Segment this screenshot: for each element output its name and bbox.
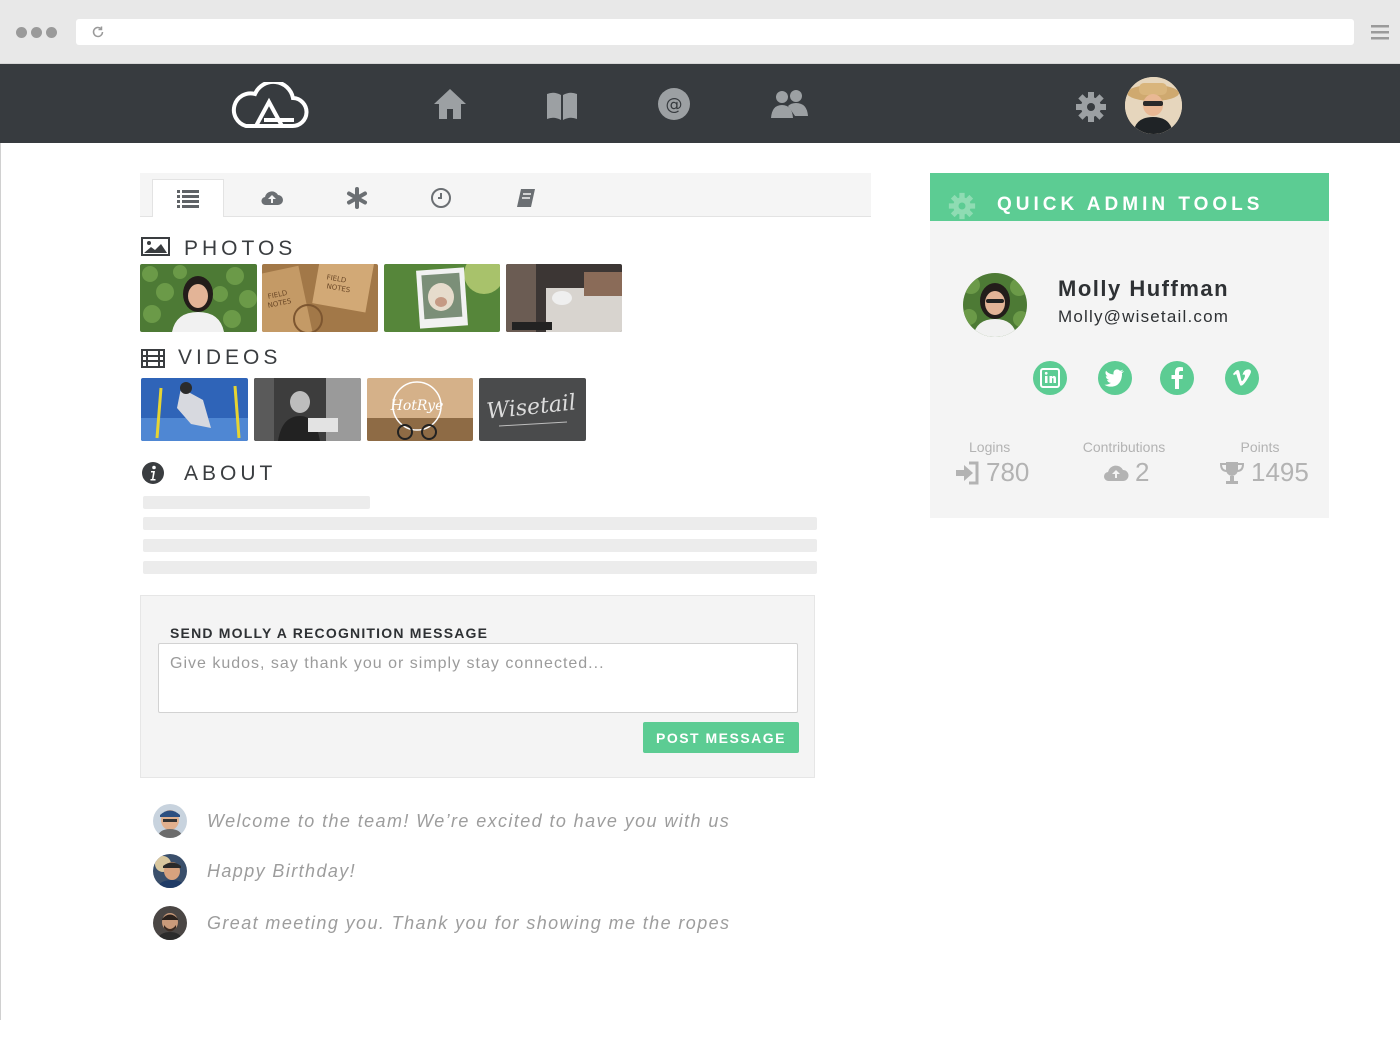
stat-points: 1495: [1219, 457, 1309, 488]
message-item: Welcome to the team! We’re excited to ha…: [153, 804, 730, 838]
stat-label-points: Points: [1240, 439, 1280, 455]
stat-contributions: 2: [1103, 457, 1149, 488]
recognition-card: SEND MOLLY A RECOGNITION MESSAGE POST ME…: [140, 595, 815, 778]
notebook-icon: [517, 189, 535, 207]
tab-list[interactable]: [152, 179, 224, 217]
message-text: Great meeting you. Thank you for showing…: [207, 912, 731, 933]
tab-uploads[interactable]: [236, 179, 308, 217]
stat-label-logins: Logins: [969, 439, 1011, 455]
people-icon[interactable]: [768, 86, 810, 122]
svg-text:@: @: [666, 95, 683, 115]
about-placeholder-line: [143, 517, 817, 530]
profile-email[interactable]: Molly@wisetail.com: [1058, 307, 1229, 327]
linkedin-icon[interactable]: [1033, 361, 1067, 395]
browser-chrome: [0, 0, 1400, 64]
profile-avatar[interactable]: [963, 273, 1027, 337]
admin-panel-header: QUICK ADMIN TOOLS: [930, 173, 1329, 221]
recognition-message-input[interactable]: [158, 643, 798, 713]
message-text: Happy Birthday!: [207, 860, 357, 881]
about-placeholder-line: [143, 496, 370, 509]
profile-name: Molly Huffman: [1058, 276, 1230, 301]
sender-avatar[interactable]: [153, 804, 187, 838]
about-placeholder-line: [143, 561, 817, 574]
tab-history[interactable]: [405, 179, 477, 217]
stat-logins: 780: [954, 457, 1029, 488]
hamburger-menu-icon[interactable]: [1371, 23, 1389, 41]
message-item: Happy Birthday!: [153, 854, 356, 888]
window-dot[interactable]: [31, 27, 42, 38]
login-icon: [956, 461, 979, 484]
video-thumbnail[interactable]: Wisetail: [479, 378, 586, 441]
vimeo-icon[interactable]: [1225, 361, 1259, 395]
profile-tabs: [140, 173, 871, 217]
cloud-logo-icon[interactable]: [228, 82, 310, 130]
address-bar[interactable]: [76, 19, 1354, 45]
stat-label-contributions: Contributions: [1082, 439, 1166, 455]
cloud-upload-icon: [261, 191, 283, 206]
film-icon: [141, 349, 165, 368]
about-placeholder-line: [143, 539, 817, 552]
stat-value-logins: 780: [986, 457, 1030, 487]
clock-icon: [431, 188, 451, 208]
cloud-upload-icon: [1103, 465, 1129, 481]
stat-value-contributions: 2: [1135, 457, 1150, 487]
window-dot[interactable]: [46, 27, 57, 38]
gear-icon: [948, 192, 976, 220]
home-icon[interactable]: [432, 86, 468, 122]
tab-notes[interactable]: [490, 179, 562, 217]
admin-panel-title: QUICK ADMIN TOOLS: [997, 194, 1264, 215]
photo-thumbnail[interactable]: [140, 264, 257, 332]
video-thumbnail[interactable]: HotRye: [367, 378, 473, 441]
mentions-icon[interactable]: @: [656, 86, 692, 122]
user-avatar[interactable]: [1125, 77, 1182, 134]
video-thumbnail[interactable]: [141, 378, 248, 441]
reload-icon[interactable]: [90, 24, 106, 40]
photo-thumbnail[interactable]: [384, 264, 500, 332]
list-icon: [177, 189, 199, 208]
quick-admin-panel: QUICK ADMIN TOOLS Molly Huffman Molly@wi…: [930, 173, 1329, 518]
photo-thumbnail[interactable]: FIELD NOTES FIELD NOTES: [262, 264, 378, 332]
video-thumbnail[interactable]: [254, 378, 361, 441]
message-item: Great meeting you. Thank you for showing…: [153, 906, 730, 940]
videos-heading: VIDEOS: [178, 346, 282, 369]
info-icon: [142, 462, 164, 484]
window-dot[interactable]: [16, 27, 27, 38]
settings-gear-icon[interactable]: [1075, 91, 1107, 123]
window-controls[interactable]: [16, 27, 57, 38]
sender-avatar[interactable]: [153, 906, 187, 940]
message-text: Welcome to the team! We’re excited to ha…: [207, 810, 731, 831]
image-icon: [141, 237, 170, 256]
photos-heading: PHOTOS: [184, 237, 297, 260]
photo-thumbnail[interactable]: [506, 264, 622, 332]
stat-value-points: 1495: [1251, 457, 1309, 487]
asterisk-icon: [347, 187, 367, 209]
post-message-button[interactable]: POST MESSAGE: [643, 722, 799, 753]
twitter-icon[interactable]: [1098, 361, 1132, 395]
tab-asterisk[interactable]: [321, 179, 393, 217]
book-icon[interactable]: [544, 87, 580, 123]
about-heading: ABOUT: [184, 462, 277, 485]
app-header: @: [0, 64, 1400, 143]
recognition-label: SEND MOLLY A RECOGNITION MESSAGE: [170, 625, 489, 641]
trophy-icon: [1219, 461, 1245, 484]
sender-avatar[interactable]: [153, 854, 187, 888]
facebook-icon[interactable]: [1160, 361, 1194, 395]
svg-text:HotRye: HotRye: [390, 398, 444, 414]
